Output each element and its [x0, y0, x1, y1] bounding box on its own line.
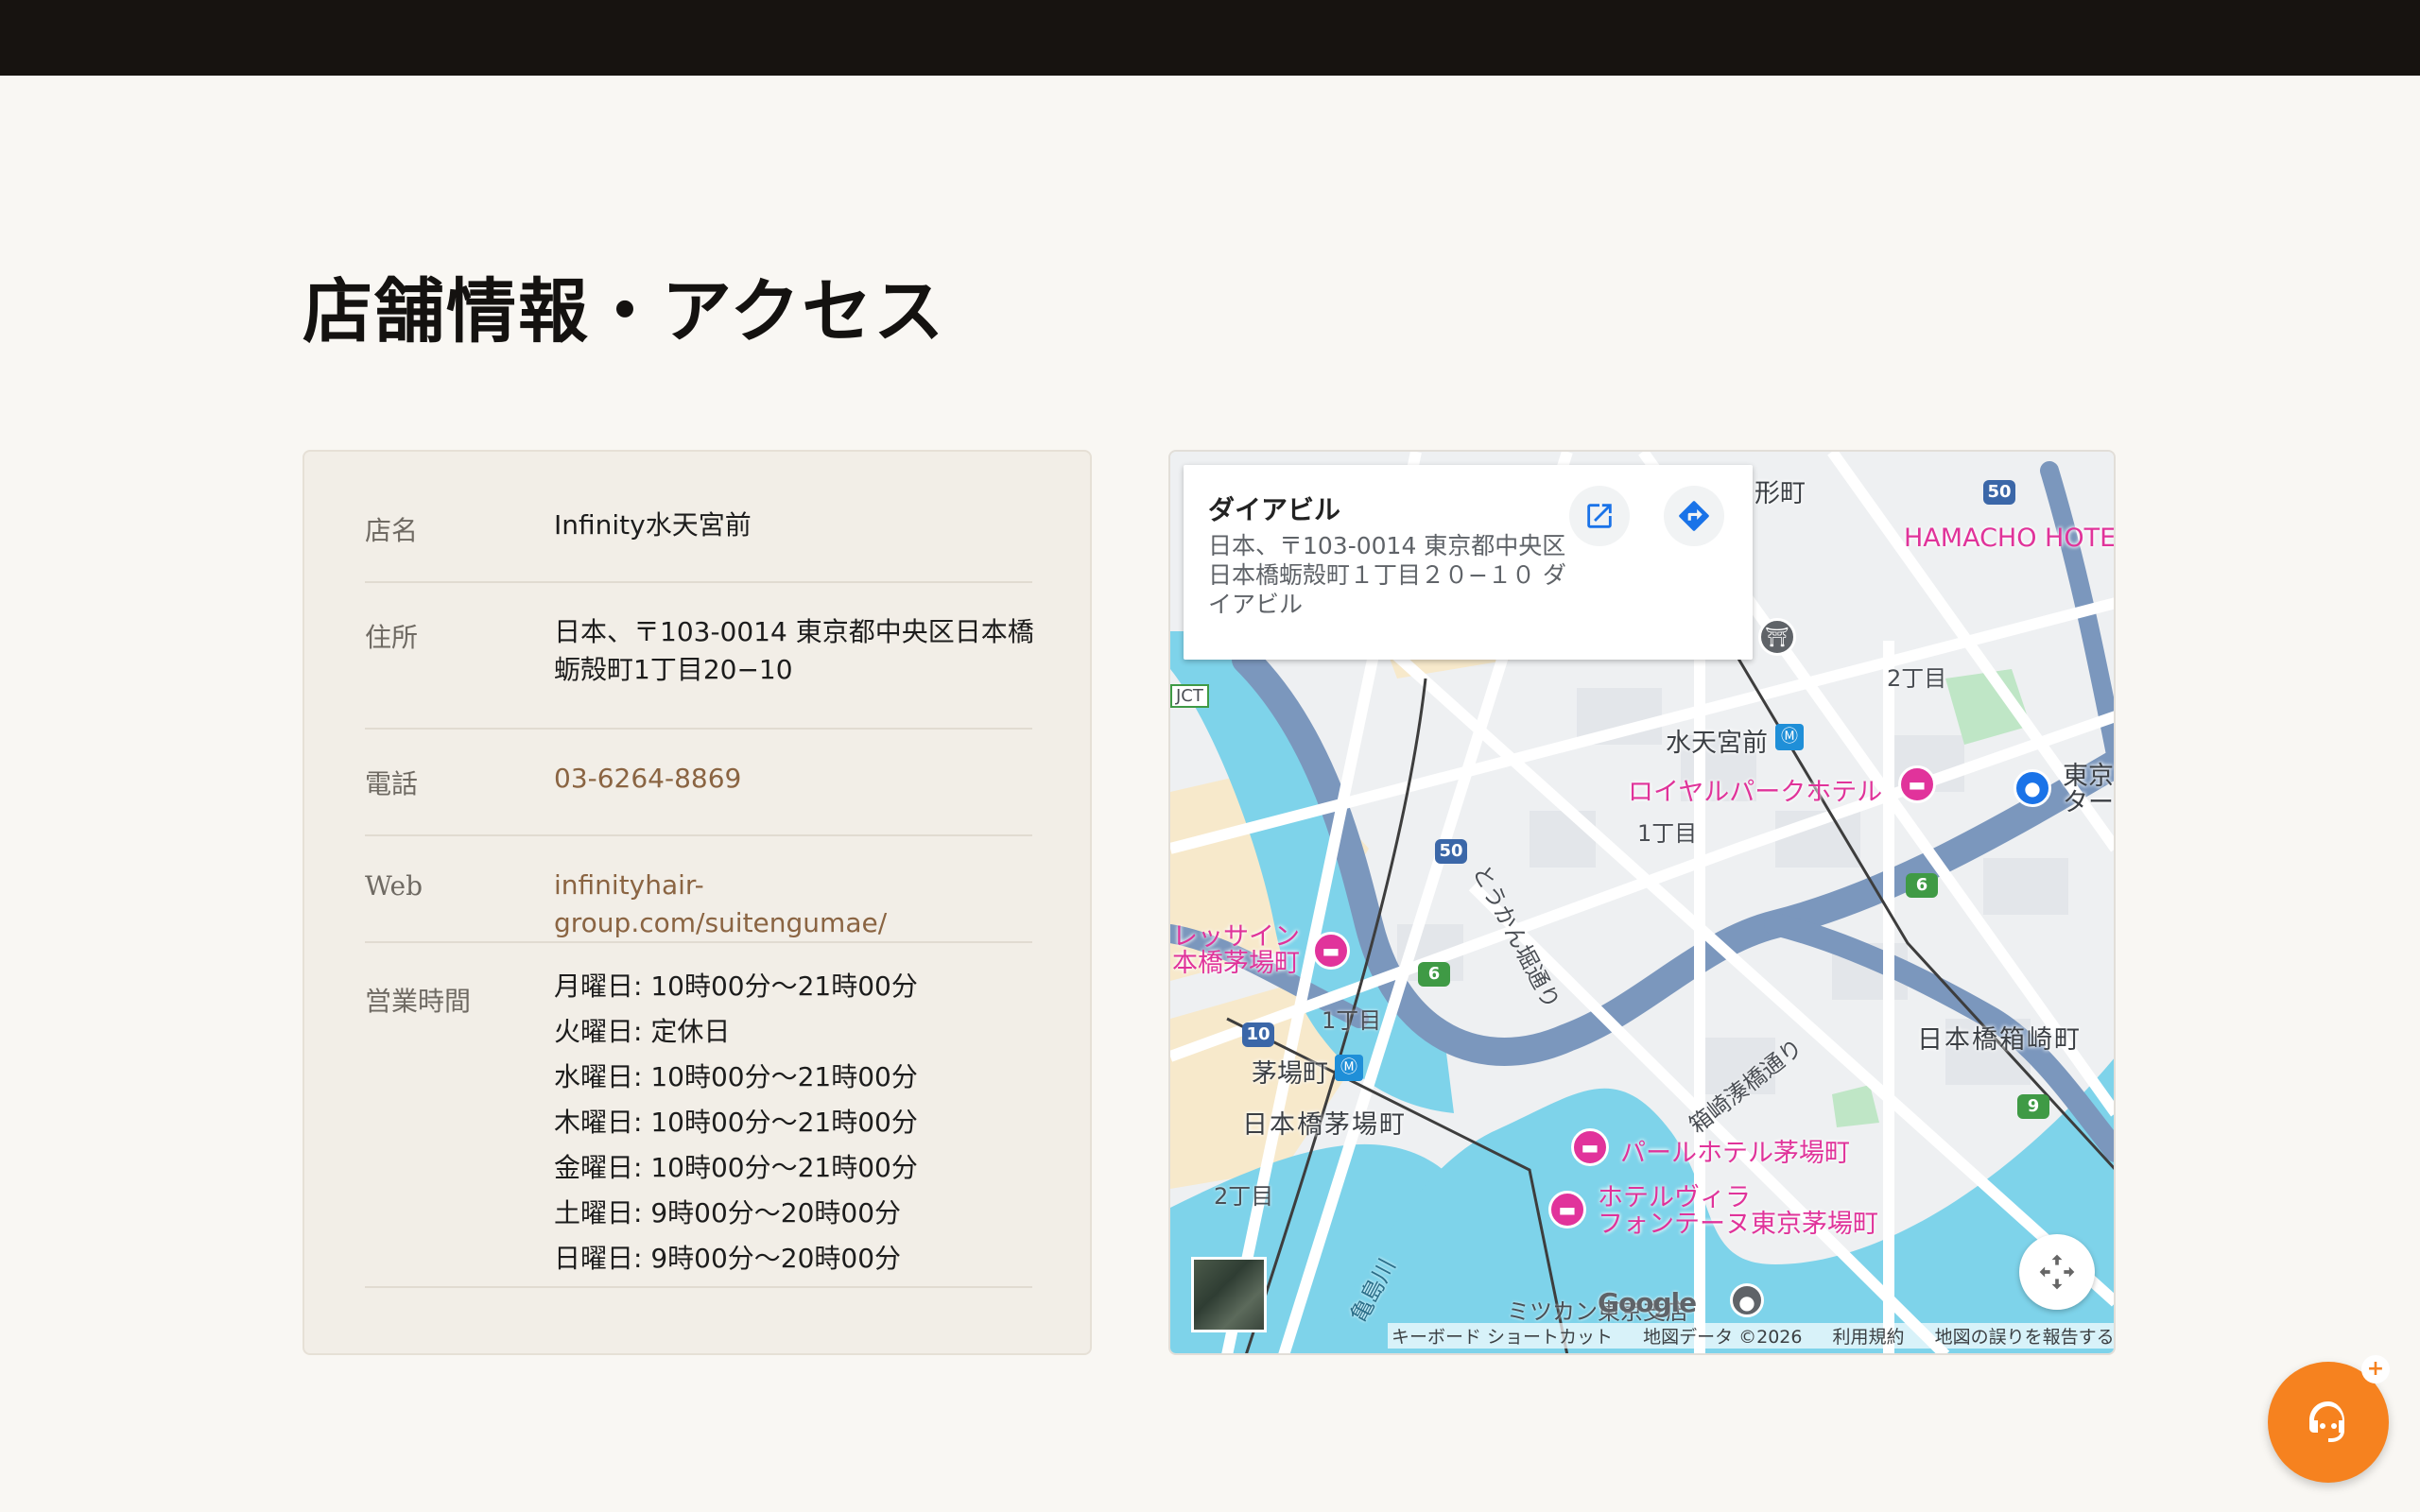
route-shield-50-top: 50 [1983, 480, 2015, 505]
address-label: 住所 [365, 622, 419, 653]
map-label-ningyocho: 形町 [1754, 479, 1806, 508]
map-embed[interactable]: 形町 HAMACHO HOTEL 2丁目 水天宮前 Ⓜ ロイヤルパークホテル ▬… [1168, 450, 2116, 1355]
hours-monday: 月曜日: 10時00分～21時00分 [554, 971, 918, 1002]
map-label-2chome-top: 2丁目 [1887, 665, 1947, 692]
map-label-1chome-mid: 1丁目 [1637, 820, 1698, 847]
place-pin-icon[interactable]: ● [1730, 1283, 1764, 1317]
map-label-royal-park-hotel: ロイヤルパークホテル [1628, 778, 1883, 807]
map-label-1chome-left: 1丁目 [1322, 1007, 1382, 1034]
top-header-bar [0, 0, 2420, 76]
map-label-kayabacho: 茅場町 [1252, 1059, 1328, 1089]
terms-link[interactable]: 利用規約 [1833, 1327, 1905, 1348]
hours-value: 月曜日: 10時00分～21時00分 火曜日: 定休日 水曜日: 10時00分～… [554, 964, 1036, 1281]
metro-icon-kayabacho: Ⓜ [1335, 1055, 1363, 1081]
map-label-suitengumae: 水天宮前 [1666, 729, 1768, 758]
directions-button[interactable] [1664, 486, 1724, 546]
address-value: 日本、〒103-0014 東京都中央区日本橋蛎殻町1丁目20−10 [554, 616, 1034, 685]
map-label-2chome-left: 2丁目 [1214, 1183, 1274, 1210]
hotel-pin-icon-ressain[interactable]: ▬ [1312, 932, 1350, 970]
route-shield-6-b: 6 [1418, 962, 1450, 987]
chat-support-icon [2309, 1401, 2344, 1442]
route-shield-6-a: 6 [1906, 873, 1938, 898]
address-row: 住所 日本、〒103-0014 東京都中央区日本橋蛎殻町1丁目20−10 [365, 581, 1034, 730]
web-link[interactable]: infinityhair-group.com/suitengumae/ [554, 867, 1036, 942]
store-name-row: 店名 Infinity水天宮前 [365, 452, 1032, 583]
map-label-hamacho-hotel: HAMACHO HOTEL [1904, 524, 2116, 553]
hours-wednesday: 水曜日: 10時00分～21時00分 [554, 1061, 918, 1092]
map-fullscreen-button[interactable] [2019, 1234, 2095, 1310]
map-label-pearl-hotel: パールホテル茅場町 [1620, 1139, 1850, 1168]
map-label-ressain: レッサイン 本橋茅場町 [1172, 922, 1300, 978]
web-row: Web infinityhair-group.com/suitengumae/ [365, 834, 1032, 943]
map-label-tokyo-terminal: 東京 ター [2063, 762, 2114, 817]
hours-saturday: 土曜日: 9時00分～20時00分 [554, 1197, 902, 1228]
hours-label: 営業時間 [365, 986, 472, 1017]
phone-row: 電話 03-6264-8869 [365, 728, 1032, 836]
hotel-pin-icon-pearl[interactable]: ▬ [1571, 1128, 1609, 1166]
web-label: Web [365, 870, 423, 902]
hours-list: 月曜日: 10時00分～21時00分 火曜日: 定休日 水曜日: 10時00分～… [554, 964, 1036, 1281]
route-shield-50-mid: 50 [1435, 839, 1467, 864]
hotel-pin-icon-villa[interactable]: ▬ [1548, 1191, 1586, 1228]
phone-label: 電話 [365, 768, 419, 799]
open-in-maps-button[interactable] [1569, 486, 1630, 546]
fullscreen-icon [2039, 1254, 2075, 1290]
map-data-credit: 地図データ ©2026 [1643, 1327, 1803, 1348]
route-shield-10: 10 [1242, 1022, 1274, 1047]
map-label-jct: JCT [1170, 684, 1209, 708]
page-title: 店舗情報・アクセス [302, 271, 946, 352]
directions-icon [1679, 501, 1709, 531]
terminal-pin-icon[interactable]: ● [2014, 769, 2051, 807]
chat-badge: + [2361, 1355, 2390, 1383]
store-name-label: 店名 [365, 515, 419, 546]
phone-link[interactable]: 03-6264-8869 [554, 760, 1036, 798]
store-name-value: Infinity水天宮前 [554, 509, 752, 541]
map-label-nihonbashi-kayabacho: 日本橋茅場町 [1242, 1110, 1407, 1140]
google-logo: Google [1598, 1287, 1697, 1318]
hours-thursday: 木曜日: 10時00分～21時00分 [554, 1107, 918, 1138]
hours-sunday: 日曜日: 9時00分～20時00分 [554, 1243, 902, 1274]
hours-row: 営業時間 月曜日: 10時00分～21時00分 火曜日: 定休日 水曜日: 10… [365, 941, 1032, 1288]
map-label-hotel-villa: ホテルヴィラ フォンテーヌ東京茅場町 [1598, 1183, 1878, 1239]
map-place-card: ダイアビル 日本、〒103-0014 東京都中央区日本橋蛎殻町１丁目２０−１０ … [1184, 465, 1753, 660]
shrine-pin-icon[interactable]: ⛩ [1758, 618, 1796, 656]
satellite-toggle-thumbnail[interactable] [1191, 1257, 1267, 1332]
store-info-card: 店名 Infinity水天宮前 住所 日本、〒103-0014 東京都中央区日本… [302, 450, 1092, 1355]
open-external-icon [1587, 504, 1612, 528]
map-attribution: キーボード ショートカット 地図データ ©2026 利用規約 地図の誤りを報告す… [1388, 1323, 2114, 1349]
hours-tuesday: 火曜日: 定休日 [554, 1016, 731, 1047]
place-address: 日本、〒103-0014 東京都中央区日本橋蛎殻町１丁目２０−１０ ダイアビル [1208, 532, 1566, 618]
keyboard-shortcuts-link[interactable]: キーボード ショートカット [1392, 1327, 1613, 1348]
metro-icon: Ⓜ [1775, 724, 1804, 750]
hours-friday: 金曜日: 10時00分～21時00分 [554, 1152, 918, 1183]
report-error-link[interactable]: 地図の誤りを報告する [1935, 1327, 2114, 1348]
route-shield-9: 9 [2017, 1094, 2049, 1119]
place-name: ダイアビル [1208, 494, 1341, 525]
hotel-pin-icon[interactable]: ▬ [1898, 765, 1936, 803]
map-label-nihonbashi-hakozaki: 日本橋箱崎町 [1917, 1025, 2082, 1055]
